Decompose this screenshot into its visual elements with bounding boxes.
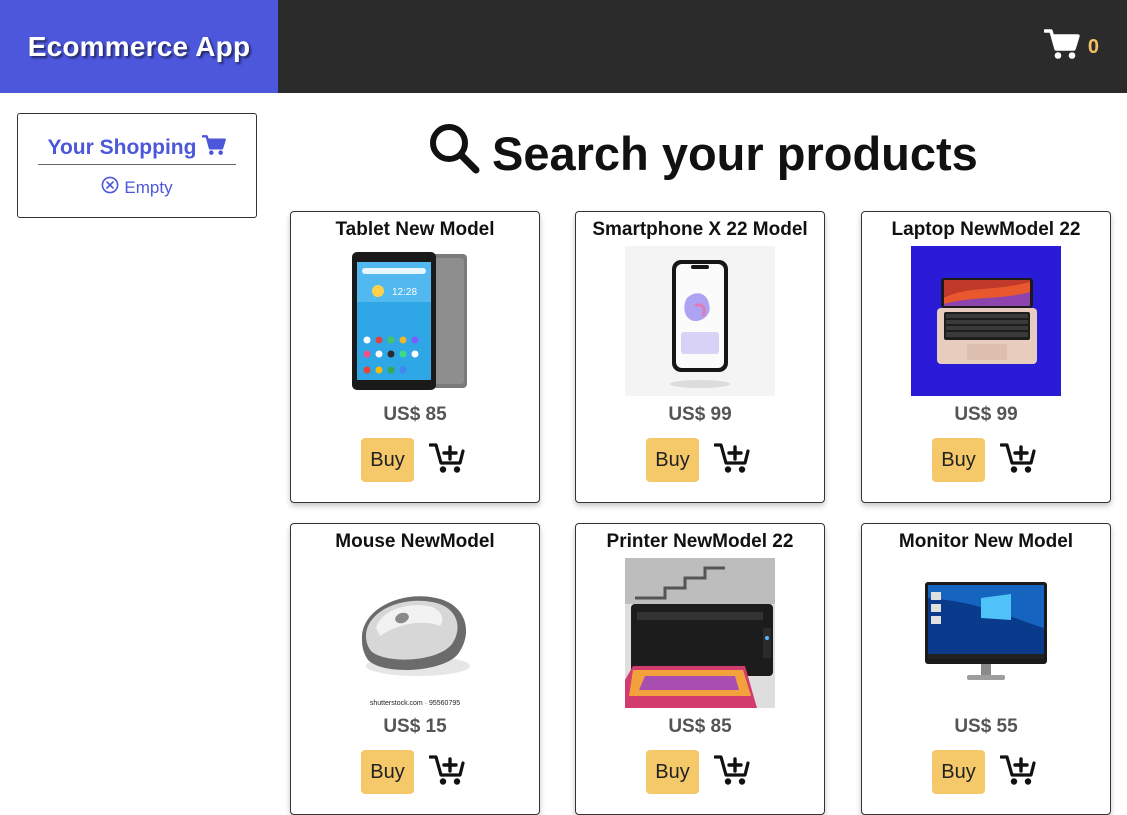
product-image-smartphone	[625, 246, 775, 396]
product-name: Laptop NewModel 22	[891, 219, 1081, 240]
product-image-monitor	[911, 558, 1061, 708]
search-icon	[428, 122, 480, 185]
cart-empty-status: Empty	[18, 176, 256, 199]
cart-plus-icon	[713, 442, 750, 479]
cart-button[interactable]: 0	[1043, 28, 1099, 60]
product-card: Mouse NewModel shutterstock.com · 955607…	[290, 523, 540, 815]
top-bar: Ecommerce App 0	[0, 0, 1127, 93]
product-name: Mouse NewModel	[335, 531, 495, 552]
shopping-heading: Your Shopping	[38, 132, 236, 165]
search-heading[interactable]: Search your products	[428, 123, 978, 183]
cart-empty-label: Empty	[124, 177, 173, 197]
buy-button[interactable]: Buy	[932, 438, 985, 482]
buy-button[interactable]: Buy	[932, 750, 985, 794]
circle-x-icon	[101, 176, 119, 199]
product-name: Tablet New Model	[335, 219, 495, 240]
shopping-summary: Your Shopping Empty	[17, 113, 257, 218]
product-price: US$ 85	[668, 716, 732, 737]
product-price: US$ 15	[383, 716, 447, 737]
product-image-tablet: 12:28	[340, 246, 490, 396]
add-to-cart-button[interactable]	[999, 754, 1037, 790]
cart-plus-icon	[999, 442, 1036, 479]
buy-button[interactable]: Buy	[646, 750, 699, 794]
product-image-printer	[625, 558, 775, 708]
cart-plus-icon	[428, 754, 465, 791]
search-title-text: Search your products	[492, 126, 978, 180]
brand-block[interactable]: Ecommerce App	[0, 0, 278, 93]
buy-button[interactable]: Buy	[361, 750, 414, 794]
product-card: Laptop NewModel 22 US$ 99 Buy	[861, 211, 1111, 503]
add-to-cart-button[interactable]	[999, 442, 1037, 478]
app-title: Ecommerce App	[27, 30, 251, 62]
product-price: US$ 99	[668, 404, 732, 425]
image-watermark: shutterstock.com · 95560795	[370, 700, 460, 707]
shopping-heading-label: Your Shopping	[47, 136, 197, 159]
product-name: Monitor New Model	[898, 531, 1074, 552]
cart-plus-icon	[713, 754, 750, 791]
product-price: US$ 55	[954, 716, 1018, 737]
product-price: US$ 99	[954, 404, 1018, 425]
buy-button[interactable]: Buy	[361, 438, 414, 482]
cart-plus-icon	[999, 754, 1036, 791]
buy-button[interactable]: Buy	[646, 438, 699, 482]
add-to-cart-button[interactable]	[428, 442, 466, 478]
product-image-laptop	[911, 246, 1061, 396]
cart-count: 0	[1087, 35, 1099, 58]
cart-icon	[1043, 28, 1080, 60]
add-to-cart-button[interactable]	[713, 442, 751, 478]
add-to-cart-button[interactable]	[428, 754, 466, 790]
product-name: Smartphone X 22 Model	[592, 219, 808, 240]
product-name: Printer NewModel 22	[606, 531, 794, 552]
product-image-mouse: shutterstock.com · 95560795	[340, 558, 490, 708]
product-price: US$ 85	[383, 404, 447, 425]
product-card: Printer NewModel 22 US$ 85 Buy	[575, 523, 825, 815]
product-card: Smartphone X 22 Model US$ 99 Buy	[575, 211, 825, 503]
cart-icon	[201, 134, 227, 162]
add-to-cart-button[interactable]	[713, 754, 751, 790]
cart-plus-icon	[428, 442, 465, 479]
svg-text:12:28: 12:28	[392, 287, 417, 298]
product-card: Tablet New Model 12:28 US$ 85 Buy	[290, 211, 540, 503]
product-card: Monitor New Model US$ 55 Buy	[861, 523, 1111, 815]
